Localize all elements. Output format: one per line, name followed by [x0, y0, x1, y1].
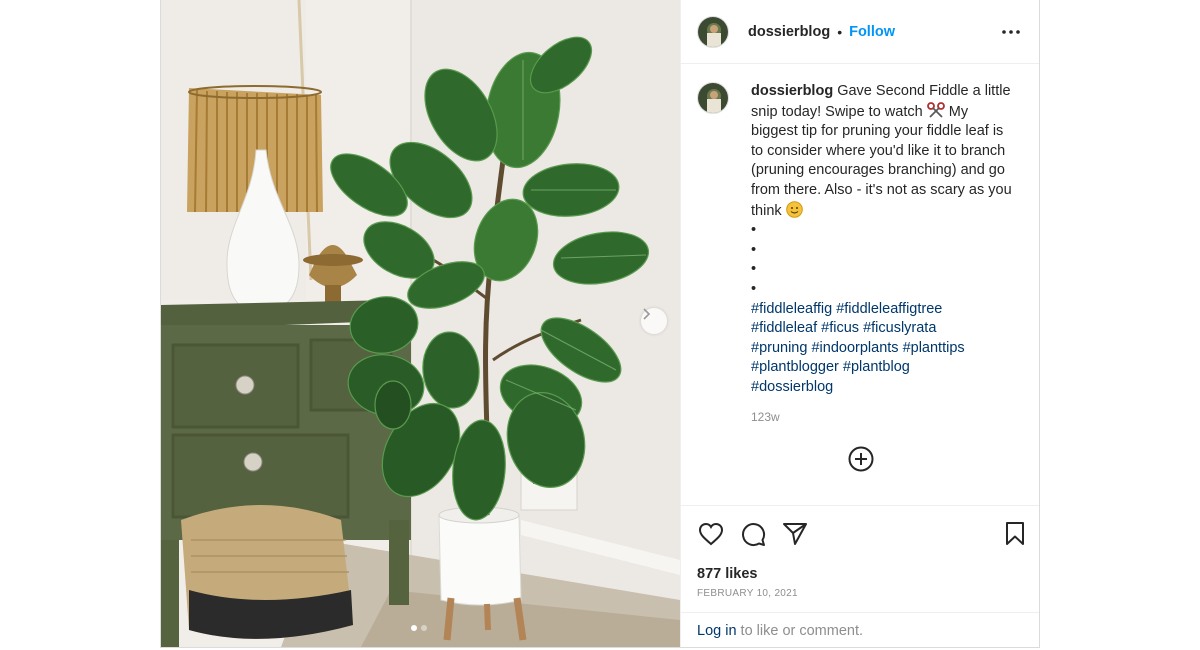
- post-details-pane: dossierblog • Follow dossierblog Gave Se…: [680, 0, 1039, 647]
- smiling-face-emoji-icon: [785, 200, 803, 218]
- scissors-emoji-icon: [926, 101, 945, 118]
- share-button[interactable]: [781, 520, 809, 548]
- caption-username-link[interactable]: dossierblog: [751, 83, 833, 99]
- hashtag-link[interactable]: #fiddleleaffig: [751, 301, 832, 317]
- comment-icon: [742, 522, 766, 546]
- hashtag-link[interactable]: #plantblog: [843, 359, 910, 375]
- login-prompt-text: to like or comment.: [736, 623, 864, 639]
- bookmark-icon: [1006, 521, 1024, 545]
- chevron-right-icon: [643, 308, 651, 320]
- login-prompt: Log in to like or comment.: [681, 612, 1039, 648]
- hashtag-link[interactable]: #dossierblog: [751, 379, 833, 395]
- caption-time-ago[interactable]: 123w: [751, 408, 1017, 428]
- hashtag-link[interactable]: #ficuslyrata: [863, 320, 936, 336]
- profile-photo: [698, 83, 728, 113]
- hashtag-list: #fiddleleaffig #fiddleleaffigtree #fiddl…: [751, 300, 1017, 398]
- hashtag-link[interactable]: #plantblogger: [751, 359, 839, 375]
- caption-text: dossierblog Gave Second Fiddle a little …: [751, 82, 1017, 427]
- carousel-dot: [421, 625, 427, 631]
- post-date[interactable]: FEBRUARY 10, 2021: [697, 588, 798, 599]
- post-actions-bar: [681, 505, 1039, 561]
- more-horizontal-icon: [1002, 29, 1020, 34]
- carousel-next-button[interactable]: [641, 308, 667, 334]
- caption-dot: •: [751, 241, 757, 258]
- caption-dot: •: [751, 261, 757, 278]
- fiddle-leaf-fig-photo: [161, 0, 680, 647]
- instagram-post: dossierblog • Follow dossierblog Gave Se…: [160, 0, 1040, 648]
- caption-dot: •: [751, 222, 757, 239]
- load-more-comments-button[interactable]: [847, 445, 875, 473]
- login-link[interactable]: Log in: [697, 623, 737, 639]
- likes-count[interactable]: 877 likes: [697, 566, 757, 582]
- separator-dot: •: [837, 23, 843, 40]
- hashtag-link[interactable]: #fiddleleaffigtree: [836, 301, 942, 317]
- more-options-button[interactable]: [999, 22, 1023, 42]
- carousel-indicator: [411, 625, 427, 631]
- post-photo[interactable]: [161, 0, 680, 647]
- hashtag-link[interactable]: #indoorplants: [811, 340, 898, 356]
- carousel-dot-active: [411, 625, 417, 631]
- hashtag-link[interactable]: #planttips: [903, 340, 965, 356]
- post-header: dossierblog • Follow: [681, 0, 1039, 64]
- avatar[interactable]: [697, 15, 729, 48]
- plus-circle-icon: [848, 446, 874, 472]
- save-button[interactable]: [1001, 520, 1029, 548]
- username-link[interactable]: dossierblog: [748, 24, 830, 40]
- paper-plane-icon: [783, 522, 807, 545]
- hashtag-link[interactable]: #pruning: [751, 340, 807, 356]
- hashtag-link[interactable]: #ficus: [821, 320, 859, 336]
- like-button[interactable]: [697, 520, 725, 548]
- comment-button[interactable]: [739, 520, 767, 548]
- profile-photo: [698, 16, 728, 47]
- caption-dot: •: [751, 280, 757, 297]
- heart-icon: [698, 522, 724, 545]
- follow-button[interactable]: Follow: [849, 24, 895, 40]
- post-caption: dossierblog Gave Second Fiddle a little …: [697, 82, 1017, 427]
- avatar[interactable]: [697, 82, 729, 114]
- hashtag-link[interactable]: #fiddleleaf: [751, 320, 817, 336]
